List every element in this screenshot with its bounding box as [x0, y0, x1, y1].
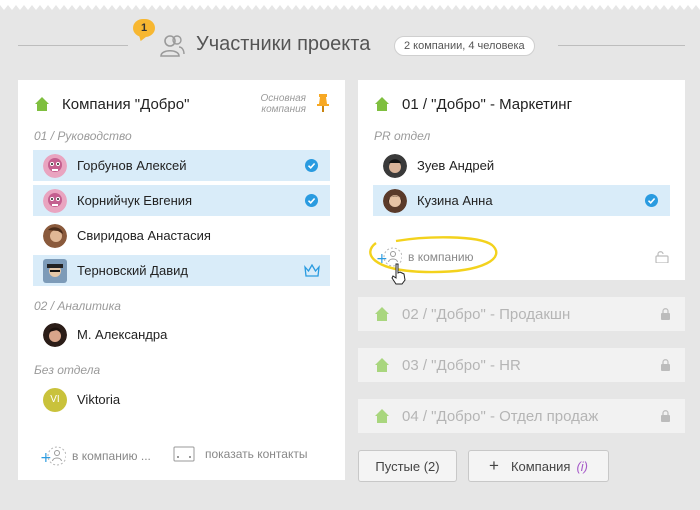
avatar [43, 153, 67, 178]
home-icon [375, 307, 389, 321]
member-name: Viktoria [77, 392, 121, 407]
collapsed-company[interactable]: 04 / "Добро" - Отдел продаж [358, 399, 685, 433]
collapsed-company[interactable]: 03 / "Добро" - HR [358, 348, 685, 382]
member-name: Горбунов Алексей [77, 158, 187, 173]
avatar [383, 188, 407, 213]
add-to-company-label: в компанию ... [72, 449, 151, 463]
department-label: 01 / Руководство [34, 129, 132, 143]
users-icon [160, 35, 185, 57]
empty-companies-button[interactable]: Пустые (2) [358, 450, 457, 482]
page-title: Участники проекта [196, 33, 371, 55]
check-icon [305, 194, 318, 207]
member-row[interactable]: Корнийчук Евгения [33, 185, 330, 216]
home-icon [375, 358, 389, 372]
member-row[interactable]: Терновский Давид [33, 255, 330, 286]
zigzag-edge [0, 0, 700, 10]
check-icon [645, 194, 658, 207]
summary-badge: 2 компании, 4 человека [394, 36, 535, 56]
check-icon [305, 159, 318, 172]
plus-icon: + [489, 456, 499, 475]
highlight-ring [369, 236, 498, 274]
add-user-icon: + [40, 446, 66, 466]
member-name: Терновский Давид [77, 263, 188, 278]
member-name: Зуев Андрей [417, 158, 495, 173]
avatar [43, 223, 67, 248]
header-divider-right [558, 45, 685, 46]
avatar [43, 188, 67, 213]
empty-companies-label: Пустые (2) [375, 458, 440, 474]
contacts-card-icon [173, 446, 195, 462]
department-label: PR отдел [374, 129, 431, 143]
add-to-company-button[interactable]: + в компанию ... [40, 445, 151, 467]
home-icon [375, 409, 389, 423]
avatar-initials: VI [43, 387, 67, 412]
pin-icon[interactable] [317, 94, 329, 112]
company-header[interactable]: 01 / "Добро" - Маркетинг [374, 94, 572, 114]
show-contacts-button[interactable]: показать контакты [173, 446, 307, 462]
member-row[interactable]: VI Viktoria [33, 384, 330, 415]
member-row[interactable]: Свиридова Анастасия [33, 220, 330, 251]
home-icon [375, 97, 389, 111]
add-company-button[interactable]: + Компания (i) [468, 450, 609, 482]
company-header[interactable]: Компания "Добро" [34, 94, 189, 114]
avatar [43, 258, 67, 283]
hand-cursor-icon [391, 263, 406, 285]
add-company-label: Компания [510, 458, 571, 474]
company-name: 04 / "Добро" - Отдел продаж [402, 407, 599, 425]
lock-icon [661, 308, 670, 320]
member-row[interactable]: Зуев Андрей [373, 150, 670, 181]
member-row[interactable]: М. Александра [33, 319, 330, 350]
crown-icon [304, 264, 320, 277]
member-name: Кузина Анна [417, 193, 493, 208]
notification-badge[interactable]: 1 [133, 19, 155, 37]
show-contacts-label: показать контакты [205, 447, 308, 461]
lock-icon [661, 410, 670, 422]
info-icon[interactable]: (i) [576, 459, 588, 474]
main-company-note: Основная компания [260, 93, 306, 115]
header-divider-left [18, 45, 128, 46]
member-name: Свиридова Анастасия [77, 228, 211, 243]
svg-text:+: + [40, 450, 52, 466]
department-label: Без отдела [34, 363, 101, 377]
member-row[interactable]: Кузина Анна [373, 185, 670, 216]
member-name: Корнийчук Евгения [77, 193, 193, 208]
lock-icon [661, 359, 670, 371]
company-name: Компания "Добро" [62, 95, 190, 113]
company-name: 02 / "Добро" - Продакшн [402, 305, 571, 323]
member-name: М. Александра [77, 327, 168, 342]
company-name: 03 / "Добро" - HR [402, 356, 521, 374]
avatar [43, 322, 67, 347]
company-name: 01 / "Добро" - Маркетинг [402, 95, 573, 113]
unlock-icon[interactable] [655, 251, 669, 263]
member-row[interactable]: Горбунов Алексей [33, 150, 330, 181]
department-label: 02 / Аналитика [34, 299, 121, 313]
collapsed-company[interactable]: 02 / "Добро" - Продакшн [358, 297, 685, 331]
home-icon [35, 97, 49, 111]
avatar [383, 153, 407, 178]
company-card-main: Компания "Добро" Основная компания 01 / … [18, 80, 345, 480]
